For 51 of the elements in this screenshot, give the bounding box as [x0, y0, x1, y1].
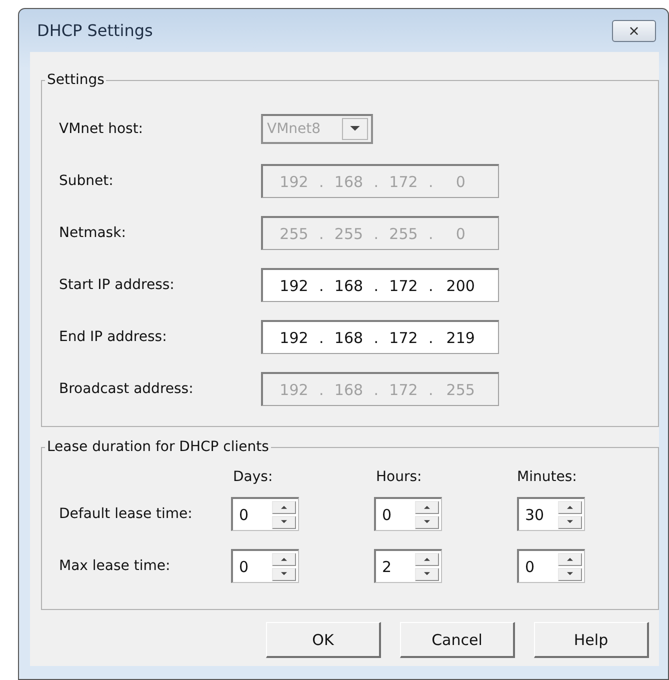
up-arrow-icon — [567, 505, 573, 509]
dialog-button[interactable]: Help — [534, 622, 649, 658]
spin-down-button[interactable] — [415, 516, 439, 528]
spin-down-button[interactable] — [558, 516, 582, 528]
dialog-button[interactable]: OK — [266, 622, 381, 658]
up-arrow-icon — [281, 505, 287, 509]
spin-up-button[interactable] — [415, 500, 439, 514]
down-arrow-icon — [281, 572, 287, 576]
close-button[interactable]: × — [612, 20, 656, 42]
down-arrow-icon — [424, 572, 430, 576]
field-label: VMnet host: — [59, 121, 144, 137]
window-title: DHCP Settings — [37, 21, 153, 40]
down-arrow-icon — [281, 520, 287, 524]
ip-address-field[interactable]: 192 . 168 . 172 . 200 — [261, 268, 499, 302]
up-arrow-icon — [424, 557, 430, 561]
group-title: Lease duration for DHCP clients — [46, 439, 270, 455]
group-title: Settings — [46, 72, 106, 88]
ip-address-field[interactable]: 192 . 168 . 172 . 219 — [261, 320, 499, 354]
spin-down-button[interactable] — [272, 516, 296, 528]
dialog-button[interactable]: Cancel — [400, 622, 515, 658]
spin-box[interactable]: 0 — [231, 497, 299, 531]
spin-box[interactable]: 30 — [517, 497, 585, 531]
spin-box[interactable]: 0 — [374, 497, 442, 531]
field-label: End IP address: — [59, 329, 168, 345]
spin-box[interactable]: 0 — [517, 549, 585, 583]
down-arrow-icon — [350, 126, 360, 132]
spin-box[interactable]: 2 — [374, 549, 442, 583]
up-arrow-icon — [424, 505, 430, 509]
spin-box[interactable]: 0 — [231, 549, 299, 583]
spin-down-button[interactable] — [272, 568, 296, 580]
column-heading: Hours: — [375, 469, 423, 487]
row-label: Max lease time: — [59, 558, 172, 574]
spin-up-button[interactable] — [558, 500, 582, 514]
column-heading: Minutes: — [517, 469, 578, 487]
spin-down-button[interactable] — [558, 568, 582, 580]
down-arrow-icon — [424, 520, 430, 524]
spin-up-button[interactable] — [272, 500, 296, 514]
spin-up-button[interactable] — [558, 552, 582, 566]
up-arrow-icon — [567, 557, 573, 561]
field-label: Start IP address: — [59, 277, 176, 293]
down-arrow-icon — [567, 520, 573, 524]
spin-down-button[interactable] — [415, 568, 439, 580]
field-label: Netmask: — [59, 225, 127, 241]
field-label: Broadcast address: — [59, 381, 194, 397]
down-arrow-icon — [567, 572, 573, 576]
field-label: Subnet: — [59, 173, 114, 189]
spin-up-button[interactable] — [415, 552, 439, 566]
column-heading: Days: — [232, 469, 274, 487]
up-arrow-icon — [281, 557, 287, 561]
row-label: Default lease time: — [59, 506, 194, 522]
spin-up-button[interactable] — [272, 552, 296, 566]
